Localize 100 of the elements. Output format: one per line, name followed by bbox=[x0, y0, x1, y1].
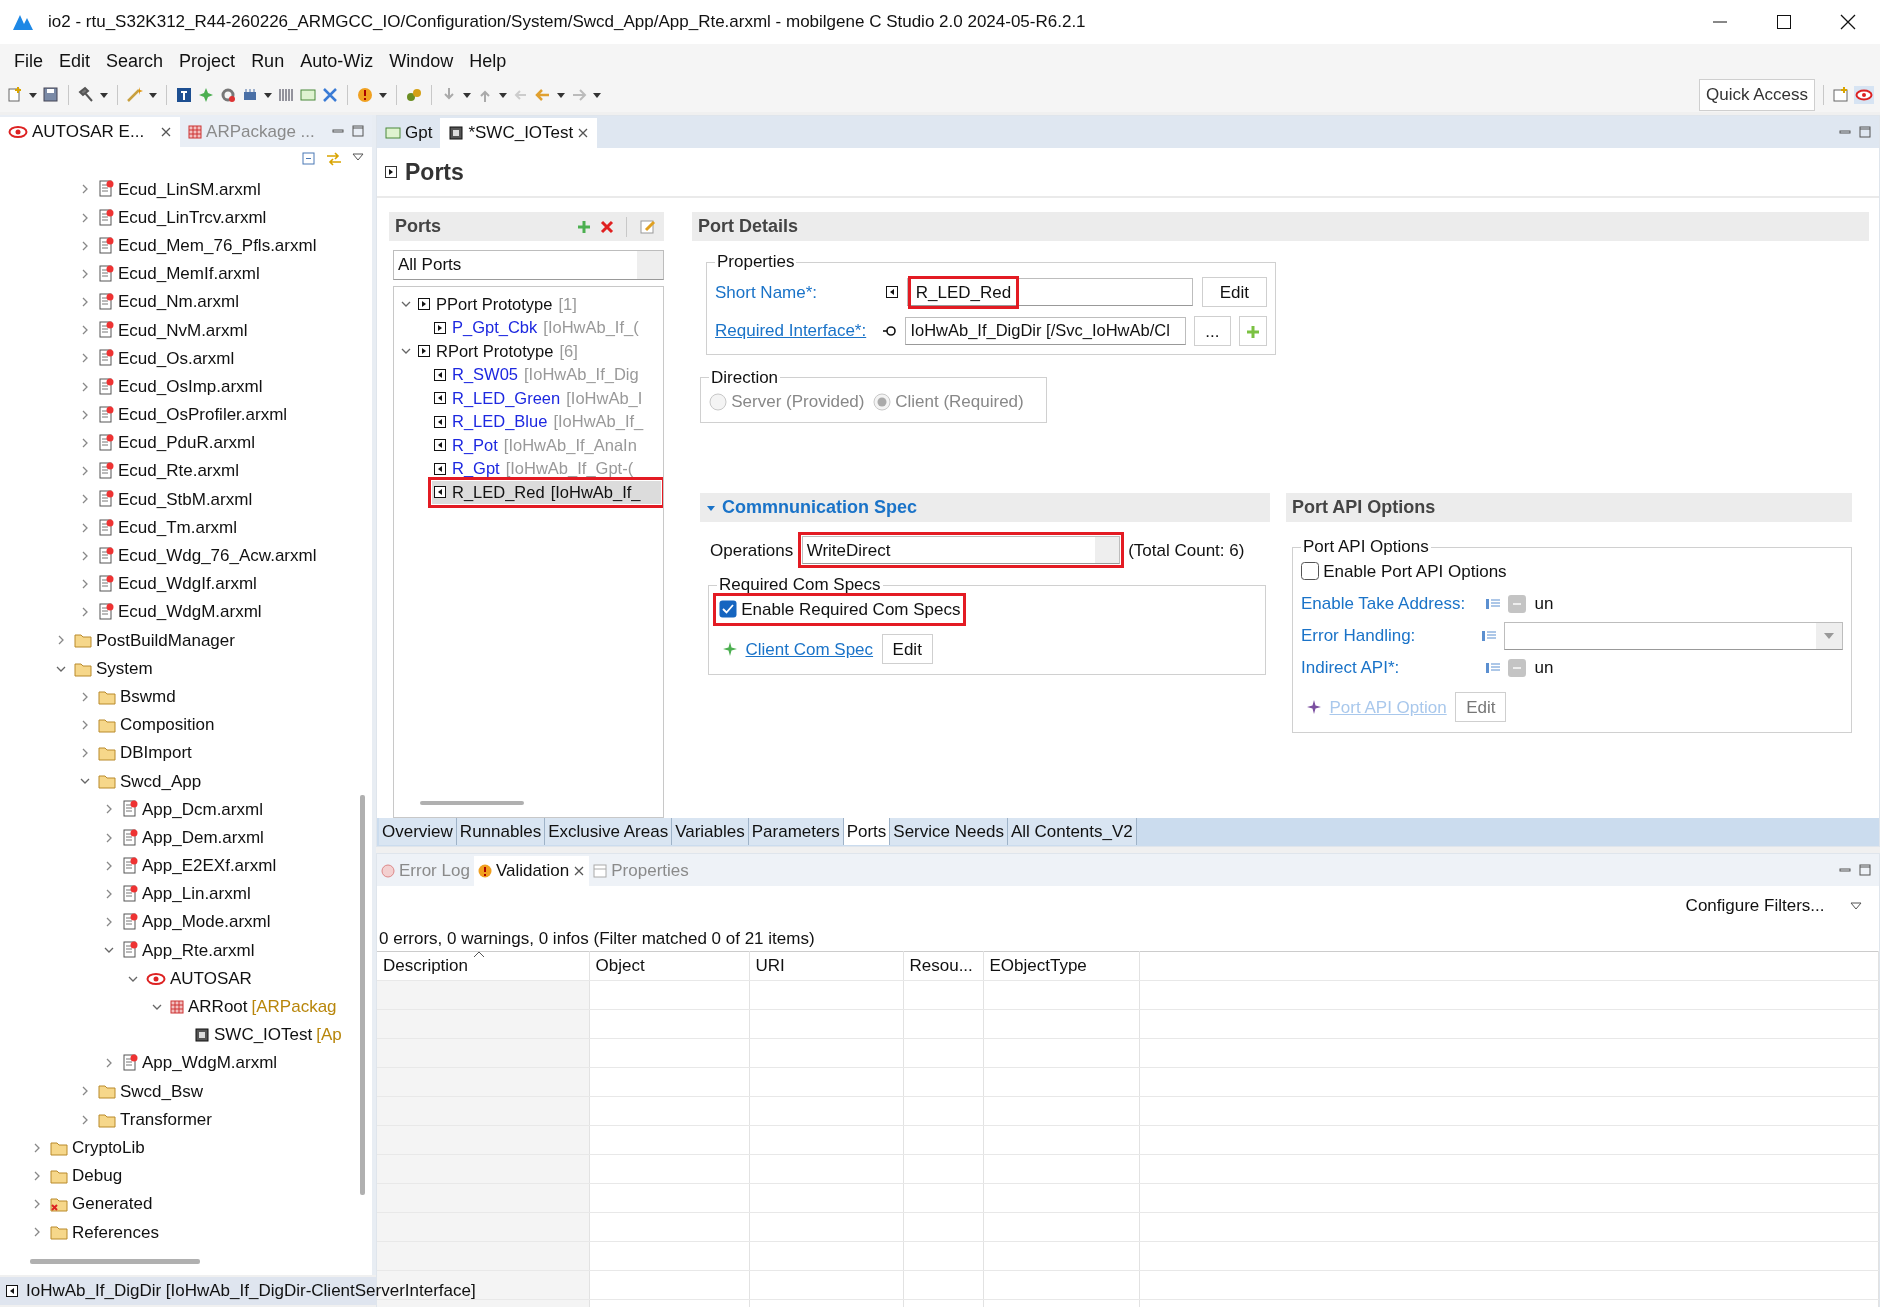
menu-item[interactable]: Run bbox=[243, 45, 293, 77]
caret-icon[interactable] bbox=[263, 90, 273, 100]
tree-item[interactable]: App_Mode.arxml bbox=[0, 908, 372, 937]
tree-item[interactable]: AUTOSAR bbox=[0, 964, 372, 993]
tree-item[interactable]: Ecud_NvM.arxml bbox=[0, 316, 372, 345]
column-header[interactable]: EObjectType bbox=[983, 951, 1139, 981]
view-tab[interactable]: AUTOSAR E... bbox=[0, 117, 181, 147]
checkbox[interactable]: Enable Required Com Specs bbox=[717, 596, 963, 623]
window-icon[interactable] bbox=[299, 86, 317, 104]
short-name-field[interactable]: R_LED_Red bbox=[906, 278, 1194, 307]
tree-item[interactable]: System bbox=[0, 654, 372, 683]
add-icon[interactable] bbox=[577, 219, 591, 234]
field-label[interactable]: Required Interface*: bbox=[715, 318, 875, 344]
tree-item[interactable]: Ecud_LinTrcv.arxml bbox=[0, 203, 372, 232]
tree-item[interactable]: PPort Prototype [1] bbox=[394, 292, 661, 316]
scrollbar[interactable] bbox=[360, 795, 365, 1195]
tree-item[interactable]: Ecud_Nm.arxml bbox=[0, 288, 372, 317]
tree-item[interactable]: Ecud_LinSM.arxml bbox=[0, 175, 372, 204]
menu-item[interactable]: Auto-Wiz bbox=[292, 45, 382, 77]
browse-button[interactable]: ... bbox=[1194, 315, 1231, 346]
tree-item[interactable]: Ecud_WdgM.arxml bbox=[0, 598, 372, 627]
menu-item[interactable]: Help bbox=[461, 45, 515, 77]
tree-item[interactable]: R_LED_Green [IoHwAb_I bbox=[394, 386, 661, 410]
tree-item[interactable]: RPort Prototype [6] bbox=[394, 339, 661, 363]
menu-item[interactable]: Edit bbox=[51, 45, 99, 77]
close-icon[interactable] bbox=[577, 127, 590, 139]
tree-item[interactable]: Ecud_OsImp.arxml bbox=[0, 372, 372, 401]
tree-item[interactable]: R_SW05 [IoHwAb_If_Dig bbox=[394, 363, 661, 387]
configure-filters-link[interactable]: Configure Filters... bbox=[1685, 892, 1825, 919]
caret-icon[interactable] bbox=[28, 90, 38, 100]
edit-button[interactable]: Edit bbox=[1201, 277, 1267, 308]
tree-item[interactable]: Ecud_OsProfiler.arxml bbox=[0, 400, 372, 429]
link-editor-icon[interactable] bbox=[325, 151, 343, 168]
tree-item[interactable]: ARRoot [ARPackag bbox=[0, 992, 372, 1021]
scrollbar[interactable] bbox=[420, 800, 524, 805]
tree-item[interactable]: App_Dcm.arxml bbox=[0, 795, 372, 824]
column-header[interactable]: Object bbox=[589, 951, 749, 981]
filter-dropdown[interactable]: All Ports bbox=[393, 249, 664, 280]
close-icon[interactable] bbox=[1840, 14, 1856, 30]
interface-field[interactable]: IoHwAb_If_DigDir [/Svc_IoHwAb/Cl bbox=[905, 316, 1186, 345]
warning-icon[interactable] bbox=[356, 86, 374, 104]
menu-item[interactable]: Search bbox=[98, 45, 172, 77]
hammer-icon[interactable] bbox=[77, 86, 95, 104]
page-tab[interactable]: Overview bbox=[379, 817, 457, 846]
dropdown[interactable] bbox=[1504, 621, 1843, 650]
link[interactable]: Client Com Spec bbox=[745, 636, 874, 663]
tree-item[interactable]: PostBuildManager bbox=[0, 626, 372, 655]
page-tab[interactable]: Ports bbox=[843, 817, 891, 846]
tree-item[interactable]: Ecud_Os.arxml bbox=[0, 344, 372, 373]
indeterminate-checkbox[interactable] bbox=[1508, 594, 1526, 613]
column-header[interactable]: Description bbox=[377, 951, 589, 981]
delete-icon[interactable] bbox=[599, 219, 614, 234]
tree-item[interactable]: References bbox=[0, 1218, 372, 1247]
tree-item[interactable]: Ecud_WdgIf.arxml bbox=[0, 569, 372, 599]
menu-item[interactable]: Window bbox=[381, 45, 462, 77]
column-header[interactable]: Resou... bbox=[903, 951, 983, 981]
tree-item[interactable]: R_Pot [IoHwAb_If_AnaIn bbox=[394, 433, 661, 457]
caret-icon[interactable] bbox=[378, 90, 388, 100]
tree-item[interactable]: App_E2EXf.arxml bbox=[0, 851, 372, 880]
tree-item[interactable]: Generated bbox=[0, 1190, 372, 1219]
edit-button[interactable]: Edit bbox=[881, 634, 933, 665]
tree-item[interactable]: Debug bbox=[0, 1161, 372, 1190]
tree-item[interactable]: Bswmd bbox=[0, 682, 372, 711]
page-tab[interactable]: Exclusive Areas bbox=[545, 817, 673, 846]
tree-item[interactable]: Ecud_StbM.arxml bbox=[0, 485, 372, 514]
tools-icon[interactable] bbox=[321, 86, 339, 104]
tree-item[interactable]: R_Gpt [IoHwAb_If_Gpt-( bbox=[394, 457, 661, 481]
expand-icon[interactable] bbox=[385, 166, 397, 178]
edit-icon[interactable] bbox=[639, 218, 656, 235]
editor-tab[interactable]: Gpt bbox=[377, 118, 441, 148]
tree-item[interactable]: R_LED_Blue [IoHwAb_If_ bbox=[394, 410, 661, 434]
edit-button[interactable]: Edit bbox=[1455, 692, 1507, 723]
eye-icon[interactable] bbox=[1854, 86, 1874, 104]
tree-item[interactable]: App_Dem.arxml bbox=[0, 823, 372, 852]
menu-item[interactable]: File bbox=[6, 45, 51, 77]
scrollbar[interactable] bbox=[30, 1259, 200, 1264]
tree-item[interactable]: Swcd_App bbox=[0, 767, 372, 796]
caret-icon[interactable] bbox=[556, 90, 566, 100]
page-tab[interactable]: Service Needs bbox=[890, 817, 1008, 846]
tree-item[interactable]: Transformer bbox=[0, 1105, 372, 1134]
column-header[interactable]: URI bbox=[749, 951, 903, 981]
caret-icon[interactable] bbox=[592, 90, 602, 100]
quick-access-field[interactable]: Quick Access bbox=[1698, 79, 1815, 111]
editor-tab[interactable]: *SWC_IOTest bbox=[440, 118, 598, 148]
collapse-all-icon[interactable] bbox=[300, 151, 317, 168]
view-menu-icon[interactable] bbox=[1850, 899, 1862, 912]
tree-item[interactable]: CryptoLib bbox=[0, 1133, 372, 1162]
close-icon[interactable] bbox=[160, 126, 173, 138]
perspective-icon[interactable] bbox=[1832, 86, 1850, 104]
caret-icon[interactable] bbox=[148, 90, 158, 100]
caret-icon[interactable] bbox=[99, 90, 109, 100]
letter-tile-icon[interactable] bbox=[175, 86, 193, 104]
tree-item[interactable]: Ecud_Mem_76_Pfls.arxml bbox=[0, 231, 372, 260]
tree-item[interactable]: Ecud_MemIf.arxml bbox=[0, 259, 372, 288]
view-tab[interactable]: Validation bbox=[473, 855, 590, 886]
save-icon[interactable] bbox=[42, 86, 60, 104]
tree-item[interactable]: App_Lin.arxml bbox=[0, 879, 372, 909]
tree-item[interactable]: DBImport bbox=[0, 739, 372, 768]
tree-item[interactable]: Ecud_PduR.arxml bbox=[0, 428, 372, 458]
page-tab[interactable]: Runnables bbox=[456, 817, 546, 846]
